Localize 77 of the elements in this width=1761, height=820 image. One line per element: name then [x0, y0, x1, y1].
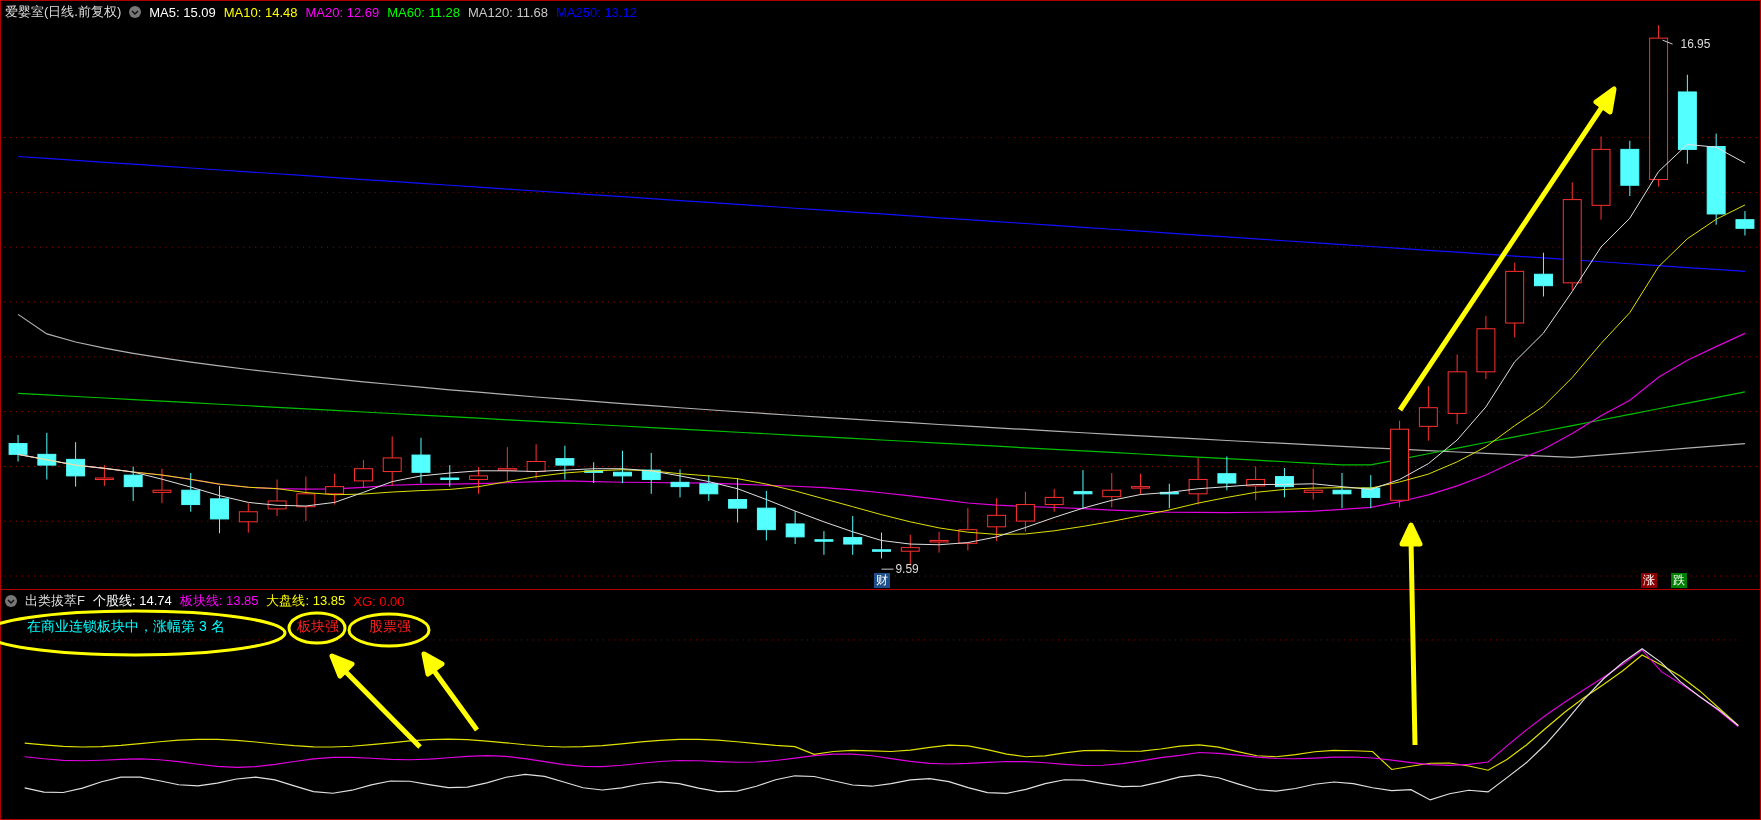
candlestick [152, 468, 172, 504]
candlestick [1159, 483, 1179, 509]
candlestick [1620, 140, 1640, 197]
candlestick [1476, 315, 1496, 380]
candlestick [929, 531, 949, 554]
legend-badge: 涨 [1641, 573, 1657, 588]
indicator-name: 出类拔萃F [25, 592, 85, 610]
candlestick [210, 485, 229, 534]
moving-average-value: MA250: 13.12 [555, 4, 637, 20]
candlestick [37, 432, 57, 480]
indicator-value: 个股线: 14.74 [92, 592, 172, 610]
leader-line [1662, 39, 1674, 45]
candlestick [526, 443, 546, 480]
candlestick [497, 446, 517, 482]
candlestick [1044, 488, 1064, 513]
candlestick [1735, 210, 1755, 236]
candlestick [641, 452, 661, 495]
candlestick [872, 532, 891, 559]
candlestick [843, 515, 863, 556]
indicator-value: XG: 0.00 [353, 593, 405, 609]
candlestick [1275, 467, 1294, 498]
candlestick [267, 478, 287, 517]
moving-average-value: MA20: 12.69 [305, 4, 380, 20]
candlestick [238, 502, 258, 534]
candlestick [382, 435, 402, 487]
candlestick [1418, 385, 1438, 442]
signal-label: 股票强 [369, 618, 412, 636]
dropdown-icon[interactable] [129, 6, 142, 18]
event-marker[interactable]: 财 [873, 573, 890, 588]
candlestick [296, 476, 316, 522]
chart-title: 爱婴室(日线.前复权) [5, 3, 122, 21]
candlestick [728, 477, 748, 523]
candlestick [181, 472, 201, 513]
candlestick [440, 464, 460, 488]
candlestick [411, 437, 431, 484]
signal-label: 板块强 [297, 618, 340, 636]
candlestick [123, 466, 143, 502]
candlestick [756, 490, 776, 541]
candlestick [1534, 252, 1553, 297]
candlestick [469, 466, 489, 495]
sector-rank-message: 在商业连锁板块中，涨幅第 3 名 [26, 618, 226, 636]
indicator-value: 大盘线: 13.85 [266, 592, 346, 610]
candlestick [785, 510, 805, 545]
indicator-value: 板块线: 13.85 [179, 592, 259, 610]
candlestick [1246, 466, 1266, 501]
candlestick [670, 468, 690, 498]
candlestick [584, 461, 604, 484]
candlestick [1015, 491, 1035, 533]
candlestick [325, 473, 345, 506]
candlestick [353, 459, 373, 489]
candlestick [8, 434, 28, 462]
candlestick [1217, 456, 1237, 491]
candlestick [1447, 354, 1467, 425]
candlestick [66, 441, 86, 488]
moving-average-value: MA120: 11.68 [468, 4, 548, 20]
candlestick [555, 445, 575, 480]
dropdown-icon[interactable] [5, 595, 17, 607]
candlestick [1188, 457, 1208, 506]
candlestick [613, 450, 632, 484]
candlestick [1303, 468, 1323, 501]
candlestick [1102, 472, 1122, 508]
candlestick [958, 507, 978, 551]
moving-average-value: MA60: 11.28 [387, 4, 460, 20]
leader-line [881, 568, 894, 570]
candlestick [94, 464, 114, 487]
legend-badge: 跌 [1671, 573, 1687, 588]
candlestick [814, 530, 834, 556]
low-price-label: 9.59 [895, 562, 919, 577]
moving-average-value: MA5: 15.09 [149, 4, 216, 20]
candlestick [1361, 474, 1381, 509]
candlestick [987, 497, 1007, 542]
candlestick [1073, 469, 1093, 509]
moving-average-value: MA10: 14.48 [223, 4, 298, 20]
high-price-label: 16.95 [1680, 37, 1711, 52]
candlestick [699, 474, 719, 502]
candlestick [1332, 472, 1352, 509]
candlestick [1131, 473, 1150, 495]
